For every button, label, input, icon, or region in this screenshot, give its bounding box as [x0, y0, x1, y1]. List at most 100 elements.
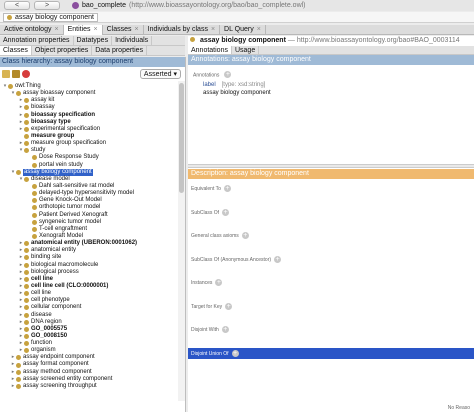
tree-node-label: assay kit: [31, 97, 55, 104]
tree-node[interactable]: ▸ assay screening throughput: [0, 383, 185, 390]
tree-node[interactable]: ▸ GO_0005575: [0, 326, 185, 333]
tree-node[interactable]: ▸ disease: [0, 312, 185, 319]
tree-node-label: cellular component: [31, 304, 82, 311]
tree-node-label: bioassay: [31, 104, 55, 111]
forward-button[interactable]: >: [34, 1, 60, 10]
tree-node[interactable]: ▸ GO_0008150: [0, 333, 185, 340]
tree-node[interactable]: ▸ measure group specification: [0, 140, 185, 147]
tree-node[interactable]: ▸ assay kit: [0, 97, 185, 104]
add-icon[interactable]: +: [222, 208, 230, 216]
tree-node[interactable]: ▸ cell line cell (CLO:0000001): [0, 283, 185, 290]
subtab-annotation-properties[interactable]: Annotation properties: [0, 36, 74, 45]
tree-node[interactable]: ▸ cell phenotype: [0, 297, 185, 304]
ontology-selector[interactable]: bao_complete (http://www.bioassayontolog…: [72, 2, 306, 9]
subtab-datatypes[interactable]: Datatypes: [74, 36, 113, 45]
tree-node[interactable]: ▸ organism: [0, 347, 185, 354]
tree-node[interactable]: syngeneic tumor model: [0, 219, 185, 226]
tab-entities[interactable]: Entities ×: [63, 25, 103, 35]
tree-node[interactable]: ▸ DNA region: [0, 319, 185, 326]
tree-node[interactable]: ▸ cell line: [0, 290, 185, 297]
tree-node[interactable]: T-cell engraftment: [0, 226, 185, 233]
description-instances[interactable]: Instances +: [188, 273, 474, 297]
add-icon[interactable]: +: [274, 255, 282, 263]
tree-node[interactable]: ▾ disease model: [0, 176, 185, 183]
add-icon[interactable]: +: [223, 185, 231, 192]
add-subclass-icon[interactable]: [2, 70, 10, 78]
tab-annotations[interactable]: Annotations: [188, 46, 232, 54]
add-icon[interactable]: +: [221, 326, 229, 333]
tree-node[interactable]: orthotopic tumor model: [0, 204, 185, 211]
add-sibling-icon[interactable]: [12, 70, 20, 78]
description-target-for-key[interactable]: Target for Key +: [188, 297, 474, 321]
tab-classes[interactable]: Classes ×: [103, 25, 144, 35]
tree-node[interactable]: ▸ bioassay type: [0, 119, 185, 126]
tree-node-label: anatomical entity (UBERON:0001062): [31, 240, 138, 247]
tab-dl-query[interactable]: DL Query ×: [220, 25, 266, 35]
subtab-classes[interactable]: Classes: [0, 46, 32, 55]
add-annotation-icon[interactable]: +: [224, 71, 232, 78]
tab-individuals-by-class[interactable]: Individuals by class ×: [144, 25, 221, 35]
tree-node[interactable]: ▸ biological process: [0, 269, 185, 276]
close-tab-icon[interactable]: ×: [257, 26, 261, 33]
description-equivalent-to[interactable]: Equivalent To +: [188, 179, 474, 203]
tree-node[interactable]: ▸ cellular component: [0, 304, 185, 311]
close-tab-icon[interactable]: ×: [54, 26, 58, 33]
tree-scrollbar[interactable]: [178, 81, 185, 401]
tree-node[interactable]: Xenograft Model: [0, 233, 185, 240]
subtab-individuals[interactable]: Individuals: [112, 36, 153, 45]
tree-node[interactable]: ▸ experimental specification: [0, 126, 185, 133]
tree-node[interactable]: Gene Knock-Out Model: [0, 197, 185, 204]
tree-node[interactable]: ▸ function: [0, 340, 185, 347]
tree-node-label: Xenograft Model: [39, 232, 84, 239]
description-header: Description: assay biology component: [188, 169, 474, 179]
split-divider[interactable]: [188, 164, 474, 168]
tree-node[interactable]: ▾ assay bioassay component: [0, 90, 185, 97]
description-subclass-of-anonymous-ancestor[interactable]: SubClass Of (Anonymous Ancestor) +: [188, 250, 474, 274]
tree-node[interactable]: delayed-type hypersensitivity model: [0, 190, 185, 197]
description-disjoint-with[interactable]: Disjoint With +: [188, 320, 474, 344]
delete-class-icon[interactable]: [22, 70, 30, 78]
tree-node[interactable]: Dose Response Study: [0, 154, 185, 161]
tree-scroll-thumb[interactable]: [179, 83, 184, 193]
tree-node[interactable]: ▸ anatomical entity: [0, 247, 185, 254]
tree-node[interactable]: ▾ owl:Thing: [0, 83, 185, 90]
breadcrumb-item[interactable]: assay biology component: [3, 12, 98, 22]
tree-node[interactable]: ▸ cell line: [0, 276, 185, 283]
annotation-row[interactable]: label [type: xsd:string]: [193, 81, 469, 88]
class-icon: [16, 355, 21, 361]
tree-node[interactable]: ▸ assay screened entity component: [0, 376, 185, 383]
tree-node[interactable]: ▾ study: [0, 147, 185, 154]
subtab-object-properties[interactable]: Object properties: [32, 46, 93, 55]
tree-node[interactable]: ▸ assay method component: [0, 369, 185, 376]
tree-node[interactable]: ▸ biological macromolecule: [0, 262, 185, 269]
add-icon[interactable]: +: [215, 279, 223, 286]
tree-node-label: cell line: [31, 275, 54, 282]
tree-node[interactable]: measure group: [0, 133, 185, 140]
description-subclass-of[interactable]: SubClass Of +: [188, 203, 474, 227]
close-tab-icon[interactable]: ×: [135, 26, 139, 33]
tree-node[interactable]: ▸ assay format component: [0, 361, 185, 368]
back-button[interactable]: <: [4, 1, 30, 10]
description-general-class-axioms[interactable]: General class axioms +: [188, 226, 474, 250]
tree-node[interactable]: portal vein study: [0, 162, 185, 169]
tree-node[interactable]: ▾ assay biology component: [0, 168, 185, 176]
tree-node[interactable]: Dahl salt-sensitive rat model: [0, 183, 185, 190]
tree-node[interactable]: ▸ anatomical entity (UBERON:0001062): [0, 240, 185, 247]
add-icon[interactable]: +: [241, 232, 249, 239]
class-icon: [24, 319, 29, 325]
description-disjoint-union-of[interactable]: Disjoint Union Of +: [188, 347, 474, 359]
add-icon[interactable]: +: [225, 302, 233, 310]
close-tab-icon[interactable]: ×: [94, 26, 98, 33]
tree-node[interactable]: ▸ bioassay specification: [0, 112, 185, 119]
close-tab-icon[interactable]: ×: [211, 26, 215, 33]
tree-node[interactable]: ▸ assay endpoint component: [0, 354, 185, 361]
tab-usage[interactable]: Usage: [232, 46, 260, 54]
tab-active-ontology[interactable]: Active ontology ×: [0, 25, 64, 35]
tree-node[interactable]: ▸ bioassay: [0, 104, 185, 111]
tree-node[interactable]: Patient Derived Xenograft: [0, 212, 185, 219]
subtab-data-properties[interactable]: Data properties: [92, 46, 148, 55]
add-icon[interactable]: +: [231, 349, 239, 357]
asserted-dropdown[interactable]: Asserted ▾: [139, 69, 181, 79]
tree-node[interactable]: ▸ binding site: [0, 254, 185, 261]
annotations-section: Annotations + label [type: xsd:string] a…: [188, 65, 474, 96]
